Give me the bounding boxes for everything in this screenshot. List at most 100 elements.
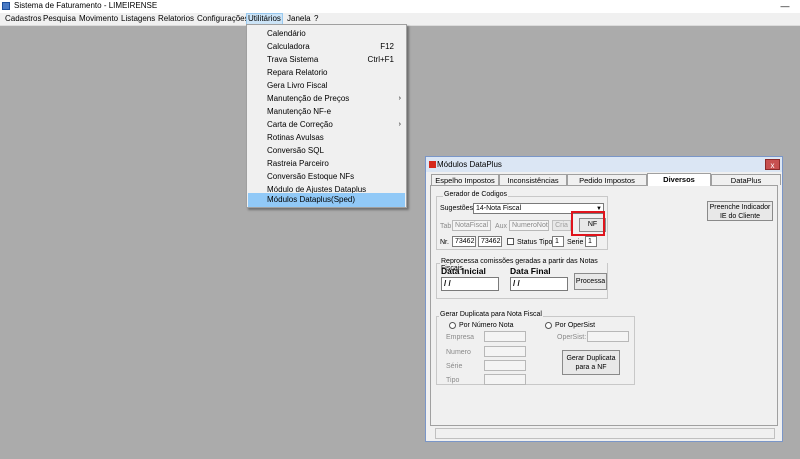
menu-item-gera-livro-fiscal[interactable]: Gera Livro Fiscal bbox=[248, 79, 405, 92]
nr-field-1[interactable]: 73462 bbox=[452, 236, 476, 247]
highlight-annotation bbox=[571, 211, 605, 236]
menu-item-shortcut: F12 bbox=[380, 42, 394, 51]
status-label: Status bbox=[517, 239, 537, 246]
menu-item-conversao-estoque[interactable]: Conversão Estoque NFs bbox=[248, 170, 405, 183]
tipo-dup-label: Tipo bbox=[446, 377, 460, 384]
data-inicial-label: Data Inicial bbox=[441, 266, 486, 276]
menu-item-label: Módulos Dataplus(Sped) bbox=[267, 195, 356, 204]
data-inicial-field[interactable]: / / bbox=[441, 277, 499, 291]
data-final-label: Data Final bbox=[510, 266, 551, 276]
opersist-field[interactable] bbox=[587, 331, 629, 342]
menu-item-label: Conversão Estoque NFs bbox=[267, 172, 355, 181]
menu-item-conversao-sql[interactable]: Conversão SQL bbox=[248, 144, 405, 157]
opersist-label: OperSist: bbox=[557, 334, 587, 341]
menu-item-label: Manutenção NF-e bbox=[267, 107, 332, 116]
menu-help[interactable]: ? bbox=[313, 14, 319, 24]
nr-label: Nr. bbox=[440, 239, 449, 246]
menu-configuracoes[interactable]: Configurações bbox=[196, 14, 250, 24]
menu-cadastros[interactable]: Cadastros bbox=[4, 14, 42, 24]
button-line-2: IE do Cliente bbox=[719, 213, 761, 220]
dialog-icon bbox=[429, 161, 436, 168]
reprocessa-comissoes-group: Reprocessa comissões geradas a partir da… bbox=[436, 258, 608, 299]
menu-item-label: Rotinas Avulsas bbox=[267, 133, 324, 142]
minimize-button[interactable]: — bbox=[770, 0, 800, 13]
preenche-indicador-button[interactable]: Preenche Indicador IE do Cliente bbox=[707, 201, 773, 221]
numero-field[interactable] bbox=[484, 346, 526, 357]
menu-item-label: Rastreia Parceiro bbox=[267, 159, 329, 168]
data-final-field[interactable]: / / bbox=[510, 277, 568, 291]
menu-item-modulos-dataplus-sped[interactable]: Módulos Dataplus(Sped) bbox=[248, 193, 405, 207]
menu-item-label: Conversão SQL bbox=[267, 146, 324, 155]
close-button[interactable]: x bbox=[765, 159, 780, 170]
menu-item-label: Carta de Correção bbox=[267, 120, 333, 129]
empresa-label: Empresa bbox=[446, 334, 475, 341]
menu-item-rotinas-avulsas[interactable]: Rotinas Avulsas bbox=[248, 131, 405, 144]
menu-item-carta-correcao[interactable]: Carta de Correção › bbox=[248, 118, 405, 131]
empresa-field[interactable] bbox=[484, 331, 526, 342]
menu-item-label: Calendário bbox=[267, 29, 306, 38]
menu-item-label: Calculadora bbox=[267, 42, 310, 51]
cria-button[interactable]: Cria bbox=[552, 220, 571, 231]
submenu-arrow-icon: › bbox=[398, 95, 401, 102]
menu-item-calendario[interactable]: Calendário bbox=[248, 27, 405, 40]
tipo-field[interactable]: 1 bbox=[552, 236, 564, 247]
tipo-label: Tipo bbox=[539, 239, 553, 246]
menu-item-label: Repara Relatorio bbox=[267, 68, 328, 77]
aux-label: Aux bbox=[495, 223, 508, 230]
numero-label: Numero bbox=[446, 349, 471, 356]
aux-field[interactable]: NumeroNota bbox=[509, 220, 549, 231]
tab-espelho-impostos[interactable]: Espelho Impostos bbox=[431, 174, 499, 185]
tab-dataplus[interactable]: DataPlus bbox=[711, 174, 781, 185]
menu-item-rastreia-parceiro[interactable]: Rastreia Parceiro bbox=[248, 157, 405, 170]
menu-pesquisa[interactable]: Pesquisa bbox=[42, 14, 77, 24]
group-label: Gerador de Codigos bbox=[443, 191, 509, 198]
button-line-1: Gerar Duplicata bbox=[566, 355, 616, 362]
button-line-1: Preenche Indicador bbox=[709, 204, 771, 211]
window-titlebar: Sistema de Faturamento - LIMEIRENSE — bbox=[0, 0, 800, 13]
por-numero-nota-label: Por Número Nota bbox=[459, 322, 514, 329]
por-opersist-radio[interactable] bbox=[545, 322, 552, 329]
dialog-title: Módulos DataPlus bbox=[437, 160, 502, 169]
sugestoes-value: 14-Nota Fiscal bbox=[476, 205, 522, 212]
gerar-duplicata-button[interactable]: Gerar Duplicata para a NF bbox=[562, 350, 620, 375]
menu-item-trava-sistema[interactable]: Trava Sistema Ctrl+F1 bbox=[248, 53, 405, 66]
button-line-2: para a NF bbox=[575, 364, 607, 371]
nr-field-2[interactable]: 73462 bbox=[478, 236, 502, 247]
menu-item-label: Gera Livro Fiscal bbox=[267, 81, 328, 90]
app-icon bbox=[2, 2, 10, 10]
serie-label: Serie bbox=[567, 239, 584, 246]
serie-dup-label: Série bbox=[446, 363, 463, 370]
menu-item-manutencao-precos[interactable]: Manutenção de Preços › bbox=[248, 92, 405, 105]
menu-item-label: Trava Sistema bbox=[267, 55, 319, 64]
tab-inconsistencias[interactable]: Inconsistências bbox=[499, 174, 567, 185]
submenu-arrow-icon: › bbox=[398, 121, 401, 128]
dialog-titlebar: Módulos DataPlus x bbox=[426, 157, 782, 172]
menu-janela[interactable]: Janela bbox=[286, 14, 312, 24]
dialog-statusbar bbox=[435, 428, 775, 439]
processa-button[interactable]: Processa bbox=[574, 273, 607, 290]
tab-diversos[interactable]: Diversos bbox=[647, 173, 711, 186]
modulos-dataplus-dialog: Módulos DataPlus x Espelho Impostos Inco… bbox=[425, 156, 783, 442]
menu-item-manutencao-nfe[interactable]: Manutenção NF-e bbox=[248, 105, 405, 118]
group-label: Gerar Duplicata para Nota Fiscal bbox=[439, 311, 543, 318]
menu-movimento[interactable]: Movimento bbox=[78, 14, 119, 24]
por-numero-nota-radio[interactable] bbox=[449, 322, 456, 329]
menu-item-label: Manutenção de Preços bbox=[267, 94, 350, 103]
menu-item-repara-relatorio[interactable]: Repara Relatorio bbox=[248, 66, 405, 79]
serie-field[interactable]: 1 bbox=[585, 236, 597, 247]
por-opersist-label: Por OperSist bbox=[555, 322, 596, 329]
status-checkbox[interactable] bbox=[507, 238, 514, 245]
tab-pedido-impostos[interactable]: Pedido Impostos bbox=[567, 174, 647, 185]
gerar-duplicata-group: Gerar Duplicata para Nota Fiscal Por Núm… bbox=[436, 311, 635, 385]
tab-label: Tab bbox=[440, 223, 452, 230]
sugestoes-label: Sugestões: bbox=[440, 205, 476, 212]
menu-relatorios[interactable]: Relatorios bbox=[157, 14, 195, 24]
menu-item-calculadora[interactable]: Calculadora F12 bbox=[248, 40, 405, 53]
serie-dup-field[interactable] bbox=[484, 360, 526, 371]
window-title: Sistema de Faturamento - LIMEIRENSE bbox=[14, 1, 158, 10]
menu-item-shortcut: Ctrl+F1 bbox=[367, 55, 394, 64]
utilitarios-dropdown: Calendário Calculadora F12 Trava Sistema C… bbox=[246, 24, 407, 208]
menu-listagens[interactable]: Listagens bbox=[120, 14, 156, 24]
tipo-dup-field[interactable] bbox=[484, 374, 526, 385]
tab-field[interactable]: NotaFiscal bbox=[452, 220, 491, 231]
